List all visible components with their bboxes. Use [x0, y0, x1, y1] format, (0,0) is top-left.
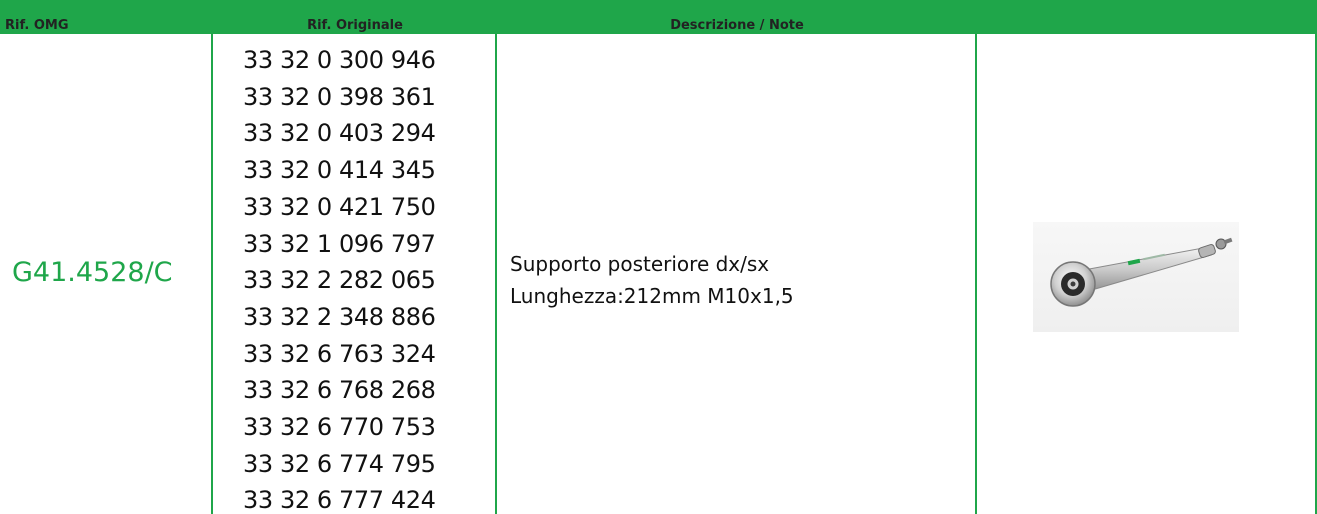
- control-arm-image: [1033, 222, 1239, 332]
- original-refs-cell: 33 32 0 300 946 33 32 0 398 361 33 32 0 …: [213, 34, 497, 514]
- description-line: Lunghezza:212mm M10x1,5: [510, 284, 794, 308]
- header-rif-omg: Rif. OMG: [0, 18, 213, 34]
- description-text: Supporto posteriore dx/sx Lunghezza:212m…: [510, 248, 794, 312]
- description-line: Supporto posteriore dx/sx: [510, 252, 770, 276]
- original-refs-list: 33 32 0 300 946 33 32 0 398 361 33 32 0 …: [243, 42, 436, 514]
- original-ref-item: 33 32 1 096 797: [243, 229, 436, 258]
- control-arm-icon: [1050, 237, 1233, 307]
- catalog-page: Rif. OMG Rif. Originale Descrizione / No…: [0, 0, 1317, 514]
- header-rif-originale: Rif. Originale: [213, 18, 497, 34]
- original-ref-item: 33 32 6 768 268: [243, 376, 436, 405]
- header-image-column: [977, 18, 1317, 34]
- image-cell: [977, 34, 1317, 514]
- original-ref-item: 33 32 0 421 750: [243, 192, 436, 221]
- original-ref-item: 33 32 2 282 065: [243, 266, 436, 295]
- table-header-row: Rif. OMG Rif. Originale Descrizione / No…: [0, 18, 1317, 34]
- original-ref-item: 33 32 0 403 294: [243, 119, 436, 148]
- original-ref-item: 33 32 6 770 753: [243, 413, 436, 442]
- original-ref-item: 33 32 0 300 946: [243, 46, 436, 74]
- original-ref-item: 33 32 0 398 361: [243, 82, 436, 111]
- omg-part-code: G41.4528/C: [12, 257, 173, 288]
- top-green-band: [0, 0, 1317, 18]
- original-ref-item: 33 32 6 777 424: [243, 486, 436, 514]
- original-ref-item: 33 32 2 348 886: [243, 302, 436, 331]
- original-ref-item: 33 32 6 763 324: [243, 339, 436, 368]
- original-ref-item: 33 32 6 774 795: [243, 449, 436, 478]
- omg-cell: G41.4528/C: [0, 34, 213, 514]
- header-descrizione-note: Descrizione / Note: [497, 18, 977, 34]
- original-ref-item: 33 32 0 414 345: [243, 156, 436, 185]
- description-cell: Supporto posteriore dx/sx Lunghezza:212m…: [497, 34, 977, 514]
- table-row: G41.4528/C 33 32 0 300 946 33 32 0 398 3…: [0, 34, 1317, 514]
